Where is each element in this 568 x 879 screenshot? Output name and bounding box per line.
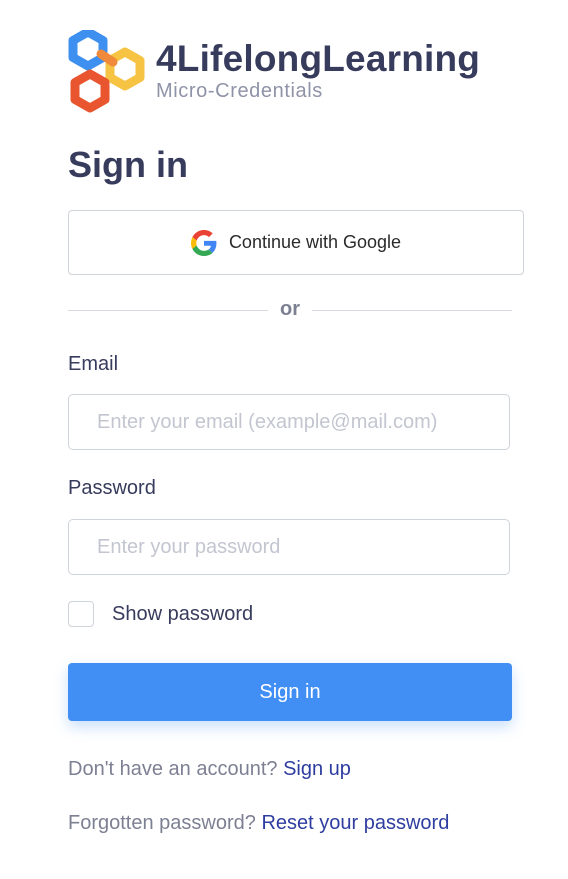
google-button-label: Continue with Google [228, 232, 402, 252]
signin-page: 4LifelongLearning Micro-Credentials Sign… [0, 0, 568, 879]
email-label: Email [68, 353, 119, 375]
email-field[interactable] [68, 394, 510, 450]
hexagon-logo-icon [68, 30, 145, 113]
brand-logo: 4LifelongLearning Micro-Credentials [68, 30, 512, 114]
show-password-row: Show password [68, 599, 253, 629]
sign-up-link[interactable]: Sign up [283, 758, 351, 780]
show-password-label[interactable]: Show password [112, 603, 253, 626]
show-password-checkbox[interactable] [68, 601, 94, 627]
signup-prompt-text: Don't have an account? [68, 758, 278, 780]
brand-tagline: Micro-Credentials [156, 80, 323, 102]
page-title: Sign in [68, 144, 188, 185]
reset-prompt-text: Forgotten password? [68, 812, 256, 834]
brand-name: 4LifelongLearning [156, 38, 481, 79]
continue-with-google-button[interactable]: Continue with Google [68, 210, 524, 275]
or-divider: or [68, 298, 512, 324]
sign-in-button[interactable]: Sign in [68, 663, 512, 721]
google-icon [190, 229, 217, 256]
reset-password-link[interactable]: Reset your password [261, 812, 449, 834]
divider-line-right [312, 310, 512, 311]
password-label: Password [68, 477, 156, 499]
password-field[interactable] [68, 519, 510, 575]
reset-prompt-row: Forgotten password? Reset your password [68, 812, 449, 835]
signup-prompt-row: Don't have an account? Sign up [68, 758, 351, 781]
